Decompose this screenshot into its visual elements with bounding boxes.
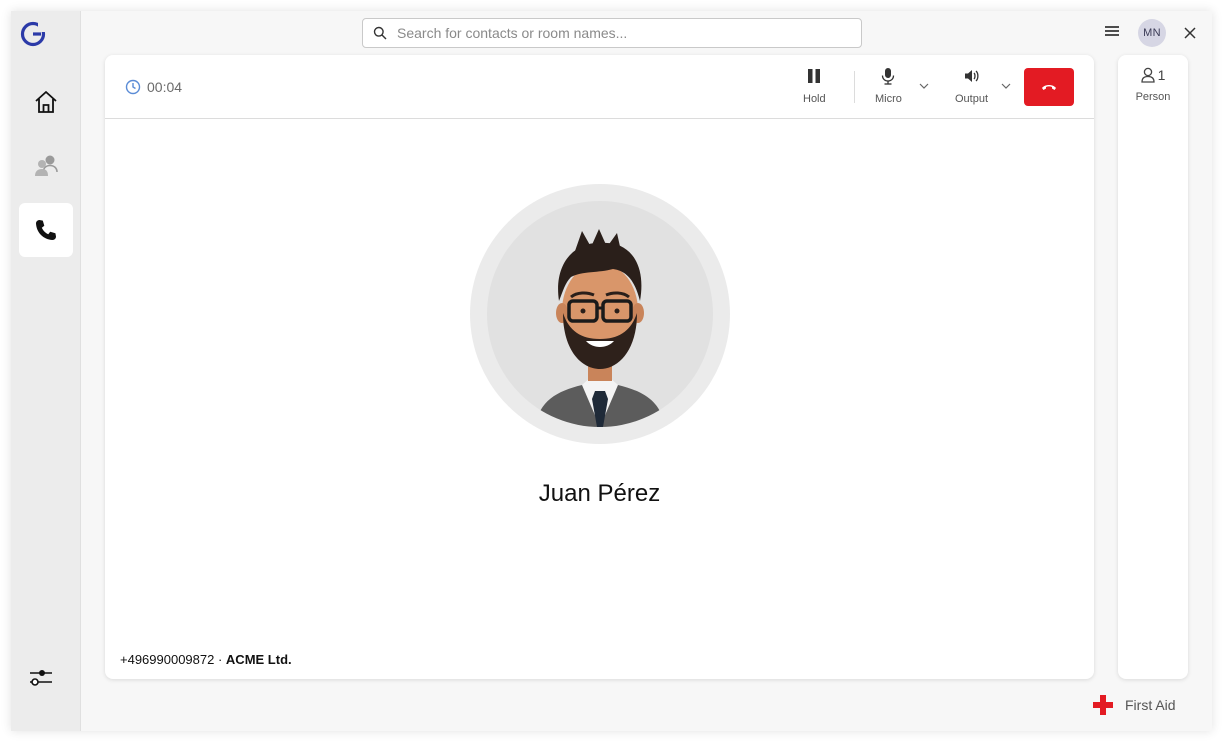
call-duration: 00:04 xyxy=(147,79,183,95)
app-logo-icon[interactable] xyxy=(20,21,46,47)
caller-phone: +496990009872 · xyxy=(120,652,223,667)
close-icon[interactable] xyxy=(1183,26,1197,40)
hangup-icon xyxy=(1042,85,1056,90)
chevron-down-icon[interactable] xyxy=(919,83,929,89)
pause-icon xyxy=(808,69,821,83)
app-window: MN 00:04 Hold xyxy=(11,11,1212,731)
hold-button[interactable]: Hold xyxy=(803,67,826,105)
home-icon xyxy=(35,91,57,113)
settings-button[interactable] xyxy=(28,666,54,693)
micro-label: Micro xyxy=(875,93,902,105)
chevron-down-icon[interactable] xyxy=(1001,83,1011,89)
toolbar-divider xyxy=(854,71,855,103)
call-panel: 00:04 Hold Micro Output Juan Pérez +4969… xyxy=(105,55,1094,679)
participant-count: 1 xyxy=(1157,67,1166,83)
speaker-icon xyxy=(964,70,979,82)
user-avatar[interactable]: MN xyxy=(1138,19,1166,47)
participants-button[interactable]: 1 Person xyxy=(1118,67,1188,103)
caller-portrait-icon xyxy=(535,229,665,427)
caller-company: ACME Ltd. xyxy=(225,652,292,667)
call-toolbar: 00:04 Hold Micro Output xyxy=(105,55,1094,119)
nav-home[interactable] xyxy=(19,75,73,129)
first-aid-label: First Aid xyxy=(1125,697,1176,713)
phone-icon xyxy=(36,220,56,240)
search-icon xyxy=(373,26,387,40)
red-cross-icon xyxy=(1093,695,1113,715)
microphone-button[interactable]: Micro xyxy=(875,67,902,105)
output-button[interactable]: Output xyxy=(955,67,988,105)
microphone-icon xyxy=(882,68,895,85)
sliders-icon xyxy=(30,670,52,686)
caller-avatar xyxy=(487,201,713,427)
participants-label: Person xyxy=(1135,91,1171,103)
contacts-icon xyxy=(35,155,58,176)
search-input[interactable] xyxy=(397,19,857,47)
caller-name: Juan Pérez xyxy=(538,480,661,507)
clock-icon xyxy=(125,79,141,95)
output-label: Output xyxy=(955,93,989,105)
hangup-button[interactable] xyxy=(1024,68,1074,106)
menu-icon[interactable] xyxy=(1105,25,1119,37)
person-icon xyxy=(1140,67,1155,83)
participants-panel: 1 Person xyxy=(1118,55,1188,679)
first-aid-button[interactable]: First Aid xyxy=(1093,695,1176,715)
caller-avatar-ring xyxy=(470,184,730,444)
nav-contacts[interactable] xyxy=(19,139,73,193)
search-box xyxy=(362,18,862,48)
caller-info: +496990009872 · ACME Ltd. xyxy=(120,652,292,667)
nav-calls[interactable] xyxy=(19,203,73,257)
hold-label: Hold xyxy=(803,93,826,105)
nav-rail xyxy=(11,11,81,731)
call-timer: 00:04 xyxy=(125,79,182,95)
